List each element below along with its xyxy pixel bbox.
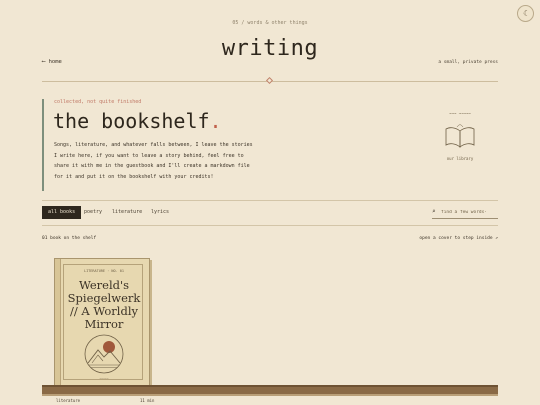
shelf-board	[42, 385, 498, 394]
book-count: 01 book on the shelf	[42, 236, 97, 241]
intro-accent-bar	[42, 99, 44, 191]
mountain-sun-emblem-icon	[84, 334, 124, 374]
search-input[interactable]	[441, 207, 497, 217]
library-badge: ~~~ ~~~~~ our library	[434, 111, 486, 166]
filter-bar-bottom-rule	[42, 225, 498, 226]
book-title: Wereld's Spiegelwerk // A Worldly Mirror	[67, 278, 141, 331]
filter-tab-poetry[interactable]: poetry	[78, 206, 108, 219]
moon-icon: ☾	[523, 9, 528, 18]
section-title-text: the bookshelf	[53, 109, 210, 133]
library-badge-label: our library	[446, 156, 474, 161]
library-badge-top-text: ~~~ ~~~~~	[449, 111, 471, 116]
intro-description: Songs, literature, and whatever falls be…	[54, 142, 253, 180]
intro-kicker: collected, not quite finished	[54, 99, 142, 105]
page-title: writing	[221, 36, 319, 61]
divider-diamond-icon	[265, 76, 274, 85]
book-series-label: LITERATURE · NO. 01	[83, 269, 125, 273]
filter-tab-literature[interactable]: literature	[106, 206, 148, 219]
page-kicker: 05 / words & other things	[232, 20, 308, 26]
shelf-lip	[42, 394, 498, 396]
section-title-dot: .	[209, 109, 222, 133]
search-field[interactable]: ⌕	[432, 207, 498, 219]
home-link[interactable]: ⟵ home	[42, 59, 62, 65]
book-cover[interactable]: LITERATURE · NO. 01 Wereld's Spiegelwerk…	[54, 258, 150, 387]
header-note: a small, private press	[438, 60, 498, 65]
filter-tab-all-books[interactable]: all books	[42, 206, 82, 219]
book-reading-time: 11 min	[140, 398, 155, 403]
search-icon: ⌕	[432, 208, 436, 215]
filter-tab-lyrics[interactable]: lyrics	[145, 206, 175, 219]
book-spine	[55, 259, 61, 386]
shelf-hint: open a cover to step inside ↗	[419, 236, 498, 241]
book-cover-frame: LITERATURE · NO. 01 Wereld's Spiegelwerk…	[63, 264, 143, 380]
open-book-icon	[445, 124, 475, 148]
filter-bar-top-rule	[42, 200, 498, 201]
book-footer-mark: ~~~~~	[99, 376, 109, 380]
book-category-label: literature	[56, 398, 81, 403]
section-title: the bookshelf.	[53, 109, 222, 133]
